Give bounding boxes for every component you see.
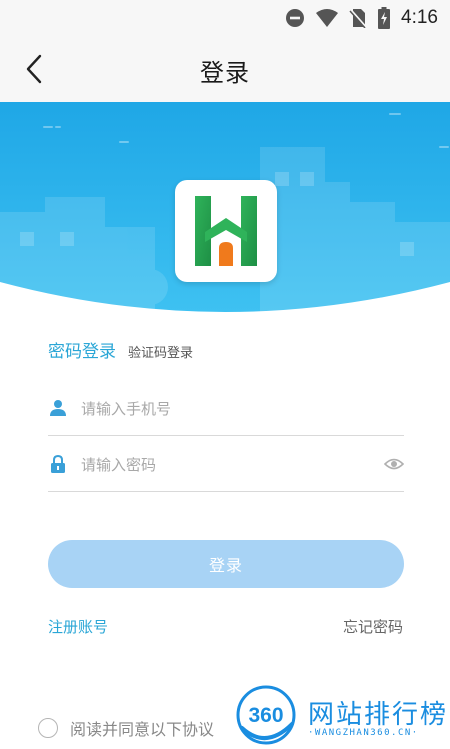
watermark-domain: ·WANGZHAN360.CN· bbox=[308, 728, 419, 738]
agreement-text: 阅读并同意以下协议 bbox=[70, 720, 215, 739]
watermark: 360 网站排行榜 ·WANGZHAN360.CN· bbox=[232, 684, 450, 746]
agree-radio[interactable] bbox=[38, 718, 58, 738]
password-input[interactable] bbox=[81, 449, 371, 481]
no-sim-icon bbox=[349, 9, 367, 28]
app-logo-h-icon bbox=[195, 196, 257, 266]
wifi-icon bbox=[316, 9, 339, 27]
watermark-brand: 网站排行榜 bbox=[308, 700, 449, 730]
forgot-password-link[interactable]: 忘记密码 bbox=[343, 616, 403, 637]
app-logo bbox=[175, 180, 277, 282]
banner bbox=[0, 102, 450, 320]
status-bar: 4:16 bbox=[0, 0, 450, 36]
status-time: 4:16 bbox=[401, 7, 438, 28]
phone-input[interactable] bbox=[81, 393, 371, 425]
do-not-disturb-icon bbox=[286, 9, 305, 27]
page-title: 登录 bbox=[200, 59, 250, 87]
password-field bbox=[48, 441, 404, 492]
login-button[interactable]: 登录 bbox=[48, 540, 404, 588]
tab-password-login[interactable]: 密码登录 bbox=[48, 337, 116, 362]
agreement: 阅读并同意以下协议 bbox=[38, 716, 214, 740]
tab-code-login[interactable]: 验证码登录 bbox=[128, 342, 193, 361]
watermark-360-logo: 360 bbox=[236, 685, 296, 745]
user-icon bbox=[50, 400, 66, 416]
status-icons: 4:16 bbox=[285, 7, 438, 29]
register-link[interactable]: 注册账号 bbox=[48, 616, 108, 637]
battery-charging-icon bbox=[378, 7, 391, 29]
app-bar: 登录 bbox=[0, 36, 450, 102]
eye-icon[interactable] bbox=[384, 455, 404, 473]
lock-icon bbox=[51, 455, 65, 473]
watermark-badge: 360 bbox=[248, 704, 283, 727]
phone-field bbox=[48, 385, 404, 436]
login-tabs: 密码登录 验证码登录 bbox=[48, 337, 193, 362]
